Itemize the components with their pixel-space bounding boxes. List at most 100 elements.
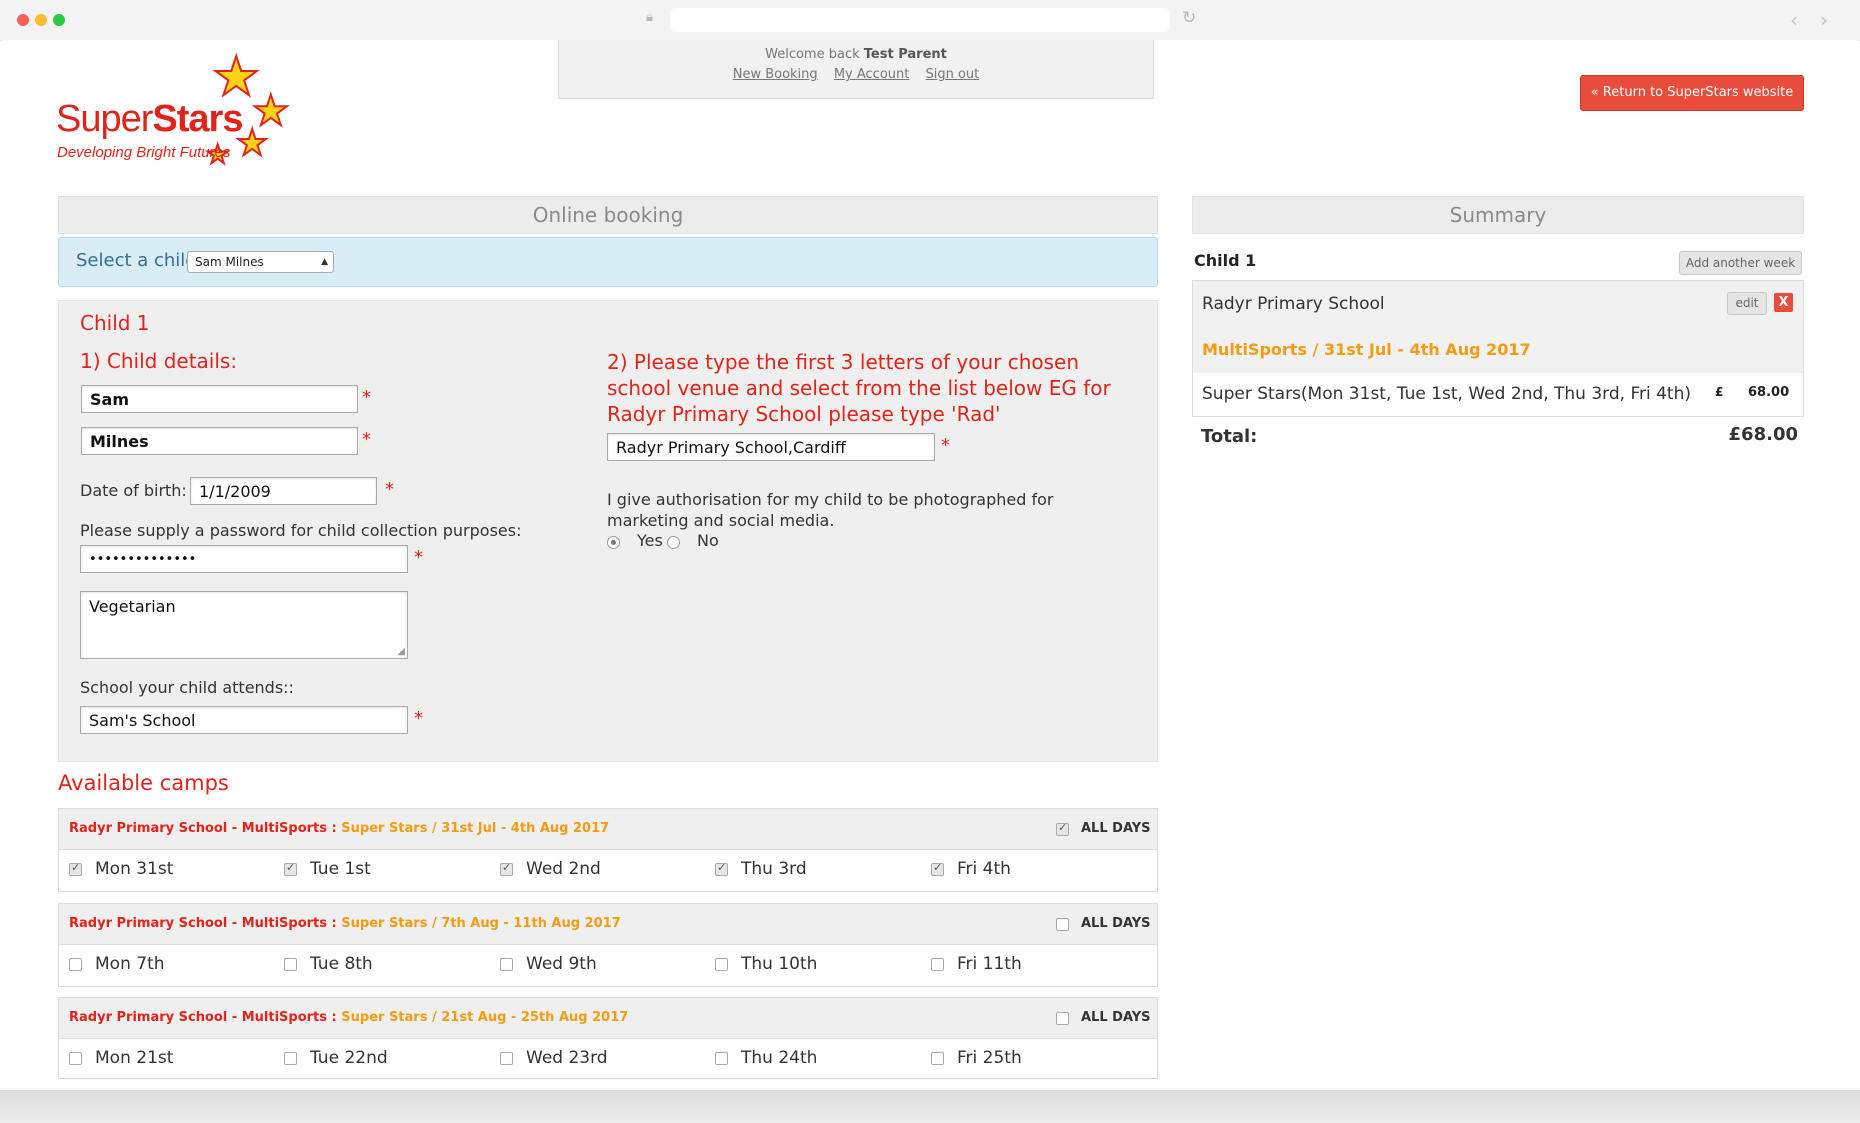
day-label: Wed 2nd: [526, 859, 601, 879]
camp-title: Radyr Primary School - MultiSports : Sup…: [69, 821, 610, 836]
summary-camp-title: MultiSports / 31st Jul - 4th Aug 2017: [1202, 340, 1531, 359]
day-checkbox[interactable]: [69, 958, 82, 971]
resize-grip-icon[interactable]: ◢: [397, 646, 405, 657]
venue-instructions: 2) Please type the first 3 letters of yo…: [607, 350, 1111, 426]
all-days-checkbox[interactable]: [1056, 918, 1069, 931]
day-label: Tue 8th: [310, 954, 373, 974]
day-label: Mon 7th: [95, 954, 165, 974]
photo-yes-radio[interactable]: [607, 536, 620, 549]
day-label: Fri 11th: [957, 954, 1022, 974]
day-label: Wed 23rd: [526, 1048, 608, 1068]
day-label: Wed 9th: [526, 954, 597, 974]
day-label: Mon 21st: [95, 1048, 174, 1068]
welcome-box: Welcome back Test Parent New Booking My …: [558, 40, 1154, 99]
all-days-label: ALL DAYS: [1081, 916, 1151, 931]
day-checkbox[interactable]: [284, 958, 297, 971]
select-child-label: Select a child: [76, 250, 197, 271]
my-account-link[interactable]: My Account: [834, 67, 910, 82]
school-label: School your child attends::: [80, 678, 294, 697]
venue-input[interactable]: Radyr Primary School,Cardiff: [607, 433, 935, 461]
camp-week-card: Radyr Primary School - MultiSports : Sup…: [58, 903, 1158, 987]
required-mark: *: [414, 547, 423, 568]
all-days-label: ALL DAYS: [1081, 821, 1151, 836]
photo-no-radio[interactable]: [667, 536, 680, 549]
day-checkbox[interactable]: [500, 958, 513, 971]
sign-out-link[interactable]: Sign out: [925, 67, 979, 82]
day-checkbox[interactable]: [69, 1052, 82, 1065]
day-label: Thu 10th: [741, 954, 818, 974]
all-days-checkbox[interactable]: [1056, 1012, 1069, 1025]
back-arrow-icon[interactable]: ‹: [1790, 8, 1798, 32]
first-name-input[interactable]: Sam: [81, 385, 358, 413]
notes-textarea[interactable]: Vegetarian ◢: [80, 591, 408, 659]
summary-line-item: Super Stars(Mon 31st, Tue 1st, Wed 2nd, …: [1202, 384, 1691, 404]
day-label: Thu 3rd: [741, 859, 807, 879]
dob-label: Date of birth:: [80, 481, 187, 500]
add-another-week-button[interactable]: Add another week: [1679, 251, 1802, 275]
summary-line-item-row: Super Stars(Mon 31st, Tue 1st, Wed 2nd, …: [1193, 373, 1803, 416]
edit-button[interactable]: edit: [1727, 292, 1767, 315]
required-mark: *: [414, 708, 423, 729]
summary-child-label: Child 1: [1194, 251, 1257, 270]
day-label: Fri 25th: [957, 1048, 1022, 1068]
maximize-window-icon[interactable]: [53, 14, 65, 26]
day-checkbox[interactable]: [931, 1052, 944, 1065]
day-checkbox[interactable]: [284, 861, 297, 876]
line-amount: 68.00: [1748, 385, 1790, 400]
camp-week-card: Radyr Primary School - MultiSports : Sup…: [58, 997, 1158, 1079]
school-input[interactable]: Sam's School: [80, 706, 408, 734]
day-checkbox[interactable]: [715, 861, 728, 876]
child-title: Child 1: [80, 311, 150, 335]
window-bottom-edge: [0, 1090, 1860, 1123]
reload-icon[interactable]: ↻: [1182, 8, 1196, 28]
day-checkbox[interactable]: [931, 958, 944, 971]
summary-table: Radyr Primary School edit X MultiSports …: [1192, 280, 1804, 417]
day-checkbox[interactable]: [284, 1052, 297, 1065]
available-camps-heading: Available camps: [58, 771, 229, 795]
close-window-icon[interactable]: [17, 14, 29, 26]
online-booking-heading: Online booking: [58, 196, 1158, 234]
currency-symbol: £: [1715, 385, 1724, 399]
photo-no-label: No: [697, 531, 719, 550]
day-checkbox[interactable]: [715, 1052, 728, 1065]
total-label: Total:: [1201, 426, 1258, 447]
child-details-box: Child 1 1) Child details: Sam * Milnes *…: [58, 300, 1158, 762]
day-checkbox[interactable]: [931, 861, 944, 876]
address-bar[interactable]: [670, 8, 1170, 32]
photo-consent-text: I give authorisation for my child to be …: [607, 490, 1054, 530]
summary-camp-row: MultiSports / 31st Jul - 4th Aug 2017: [1193, 327, 1803, 374]
camp-title: Radyr Primary School - MultiSports : Sup…: [69, 1010, 629, 1025]
day-checkbox[interactable]: [500, 861, 513, 876]
logo-tagline: Developing Bright Futures: [57, 144, 231, 161]
day-checkbox[interactable]: [715, 958, 728, 971]
day-label: Fri 4th: [957, 859, 1011, 879]
select-child-dropdown[interactable]: Sam Milnes ▲: [187, 251, 334, 273]
day-label: Tue 1st: [310, 859, 371, 879]
select-child-bar: Select a child Sam Milnes ▲: [58, 237, 1158, 287]
forward-arrow-icon[interactable]: ›: [1820, 8, 1828, 32]
camp-title: Radyr Primary School - MultiSports : Sup…: [69, 916, 621, 931]
day-checkbox[interactable]: [500, 1052, 513, 1065]
camp-header: Radyr Primary School - MultiSports : Sup…: [59, 904, 1157, 945]
required-mark: *: [362, 429, 371, 450]
remove-button[interactable]: X: [1774, 293, 1793, 312]
day-checkbox[interactable]: [69, 861, 82, 876]
password-input[interactable]: ••••••••••••••: [80, 545, 408, 573]
camp-header: Radyr Primary School - MultiSports : Sup…: [59, 809, 1157, 850]
day-label: Thu 24th: [741, 1048, 818, 1068]
minimize-window-icon[interactable]: [35, 14, 47, 26]
all-days-checkbox[interactable]: [1056, 821, 1069, 836]
return-to-website-button[interactable]: « Return to SuperStars website: [1580, 75, 1804, 111]
summary-school-row: Radyr Primary School edit X: [1193, 281, 1803, 328]
photo-yes-label: Yes: [637, 531, 663, 550]
new-booking-link[interactable]: New Booking: [733, 67, 818, 82]
last-name-input[interactable]: Milnes: [81, 427, 358, 455]
summary-heading: Summary: [1192, 196, 1804, 234]
superstars-logo[interactable]: ★ ★ ★ ★ SuperStars Developing Bright Fut…: [56, 46, 306, 170]
day-label: Mon 31st: [95, 859, 174, 879]
camp-week-card: Radyr Primary School - MultiSports : Sup…: [58, 808, 1158, 892]
camp-header: Radyr Primary School - MultiSports : Sup…: [59, 998, 1157, 1039]
dob-input[interactable]: 1/1/2009: [190, 477, 377, 505]
dropdown-arrows-icon: ▲: [321, 257, 328, 267]
summary-school: Radyr Primary School: [1202, 294, 1385, 314]
